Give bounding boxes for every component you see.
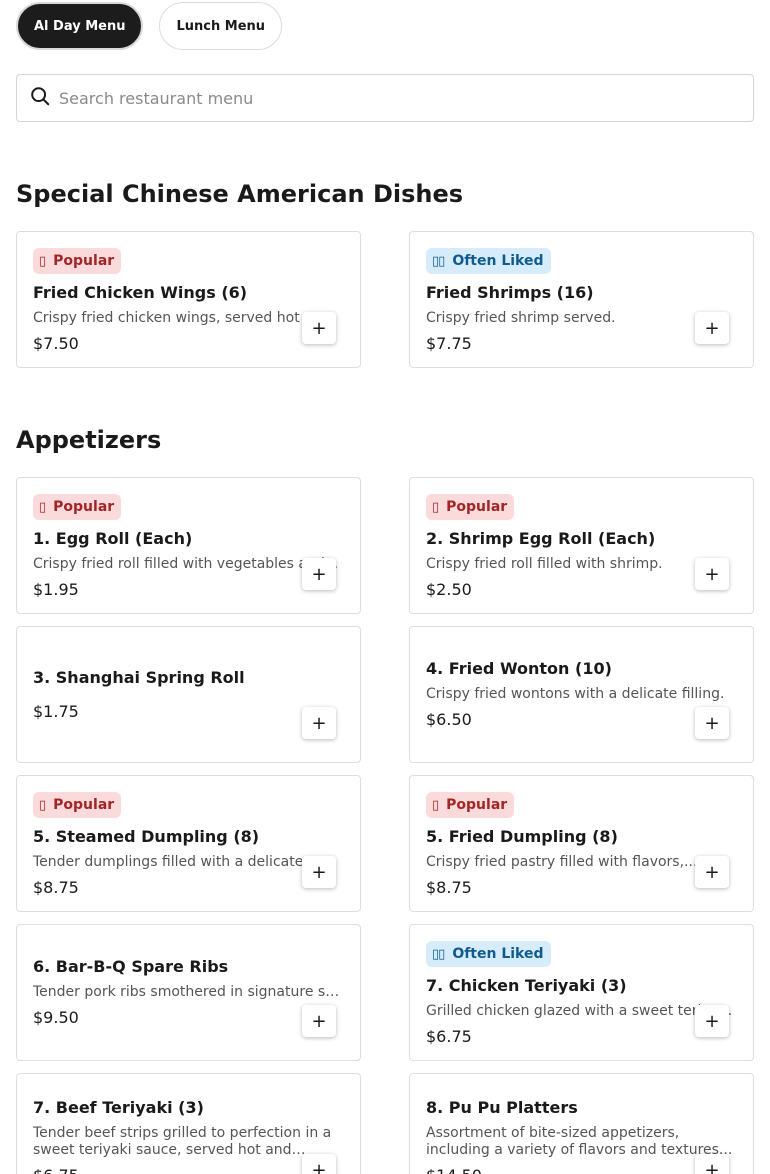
menu-item-card[interactable]: ▯ Popular 1. Egg Roll (Each) Crispy fried r… [16,477,361,614]
item-description: Crispy fried roll filled with shrimp. [426,556,663,572]
badge-label: Popular [446,797,508,813]
popular-badge: ▯ Popular [426,792,515,818]
item-price: $9.50 [33,1008,79,1027]
item-price: $7.50 [33,334,79,353]
menu-item-card[interactable]: ▯ Popular 5. Steamed Dumpling (8) Tender du… [16,775,361,912]
badge-label: Popular [53,253,115,269]
item-price: $7.75 [426,334,472,353]
add-item-button[interactable]: + [302,856,336,888]
item-name: 7. Beef Teriyaki (3) [33,1098,204,1117]
item-description: Crispy fried wontons with a delicate fil… [426,686,725,702]
item-name: 5. Steamed Dumpling (8) [33,827,260,846]
add-item-button[interactable]: + [695,1005,729,1037]
search-icon [29,85,51,111]
item-description: Grilled chicken glazed with a sweet teri… [426,1003,733,1019]
item-price: $6.50 [426,710,472,729]
menu-item-card[interactable]: ▯ Popular 5. Fried Dumpling (8) Crispy frie… [409,775,754,912]
item-price: $1.95 [33,580,79,599]
item-name: Fried Shrimps (16) [426,283,594,302]
item-price: $8.75 [33,878,79,897]
add-item-button[interactable]: + [695,558,729,590]
popular-badge: ▯ Popular [426,494,515,520]
item-name: 2. Shrimp Egg Roll (Each) [426,529,656,548]
flame-icon: ▯ [39,253,46,269]
badge-label: Often Liked [452,946,544,962]
menu-item-card[interactable]: 3. Shanghai Spring Roll $1.75 + [16,626,361,763]
add-item-button[interactable]: + [695,312,729,344]
add-item-button[interactable]: + [302,707,336,739]
tab-all-day-menu[interactable]: Al Day Menu [16,2,144,50]
thumbs-up-icon: ▯▯ [432,946,445,962]
item-description: Tender dumplings filled with a delicate [33,854,304,870]
item-price: $8.75 [426,878,472,897]
menu-item-card[interactable]: ▯▯ Often Liked 7. Chicken Teriyaki (3) Gril… [409,924,754,1061]
search-input[interactable] [59,88,699,108]
item-name: 3. Shanghai Spring Roll [33,668,245,687]
often-liked-badge: ▯▯ Often Liked [426,248,551,274]
tab-lunch-menu[interactable]: Lunch Menu [159,2,283,50]
popular-badge: ▯ Popular [33,248,122,274]
item-price: $1.75 [33,702,79,721]
item-description: Crispy fried shrimp served. [426,310,616,326]
section-title-special-chinese-american-dishes: Special Chinese American Dishes [16,180,464,208]
item-name: 7. Chicken Teriyaki (3) [426,976,627,995]
section-title-appetizers: Appetizers [16,426,162,454]
item-description: Crispy fried roll filled with vegetables… [33,556,339,572]
flame-icon: ▯ [39,797,46,813]
item-name: 5. Fried Dumpling (8) [426,827,618,846]
flame-icon: ▯ [432,797,439,813]
menu-item-card[interactable]: ▯ Popular 2. Shrimp Egg Roll (Each) Crispy … [409,477,754,614]
item-name: 8. Pu Pu Platters [426,1098,578,1117]
popular-badge: ▯ Popular [33,792,122,818]
item-description: Assortment of bite-sized appetizers, inc… [426,1125,733,1158]
flame-icon: ▯ [39,499,46,515]
often-liked-badge: ▯▯ Often Liked [426,941,551,967]
add-item-button[interactable]: + [302,558,336,590]
add-item-button[interactable]: + [302,1005,336,1037]
item-price: $14.50 [426,1166,482,1174]
item-price: $2.50 [426,580,472,599]
badge-label: Often Liked [452,253,544,269]
menu-item-card[interactable]: 6. Bar-B-Q Spare Ribs Tender pork ribs sm… [16,924,361,1061]
badge-label: Popular [53,499,115,515]
item-name: 1. Egg Roll (Each) [33,529,193,548]
search-bar[interactable] [16,74,754,122]
item-description: Crispy fried pastry filled with flavors,… [426,854,698,870]
thumbs-up-icon: ▯▯ [432,253,445,269]
badge-label: Popular [446,499,508,515]
item-description: Tender beef strips grilled to perfection… [33,1125,332,1158]
add-item-button[interactable]: + [695,1154,729,1174]
item-description: Crispy fried chicken wings, served hot [33,310,300,326]
add-item-button[interactable]: + [695,707,729,739]
item-name: 6. Bar-B-Q Spare Ribs [33,957,229,976]
menu-item-card[interactable]: ▯▯ Often Liked Fried Shrimps (16) Crispy fr… [409,231,754,368]
menu-item-card[interactable]: 4. Fried Wonton (10) Crispy fried wontons… [409,626,754,763]
badge-label: Popular [53,797,115,813]
add-item-button[interactable]: + [302,312,336,344]
menu-item-card[interactable]: 7. Beef Teriyaki (3) Tender beef strips g… [16,1073,361,1174]
popular-badge: ▯ Popular [33,494,122,520]
add-item-button[interactable]: + [695,856,729,888]
item-price: $6.75 [33,1166,79,1174]
menu-item-card[interactable]: ▯ Popular Fried Chicken Wings (6) Crispy fr… [16,231,361,368]
add-item-button[interactable]: + [302,1154,336,1174]
menu-item-card[interactable]: 8. Pu Pu Platters Assortment of bite-size… [409,1073,754,1174]
menu-tabs: Al Day Menu Lunch Menu [16,2,283,50]
item-price: $6.75 [426,1027,472,1046]
item-name: Fried Chicken Wings (6) [33,283,248,302]
flame-icon: ▯ [432,499,439,515]
item-name: 4. Fried Wonton (10) [426,659,612,678]
item-description: Tender pork ribs smothered in signature … [33,984,340,1000]
